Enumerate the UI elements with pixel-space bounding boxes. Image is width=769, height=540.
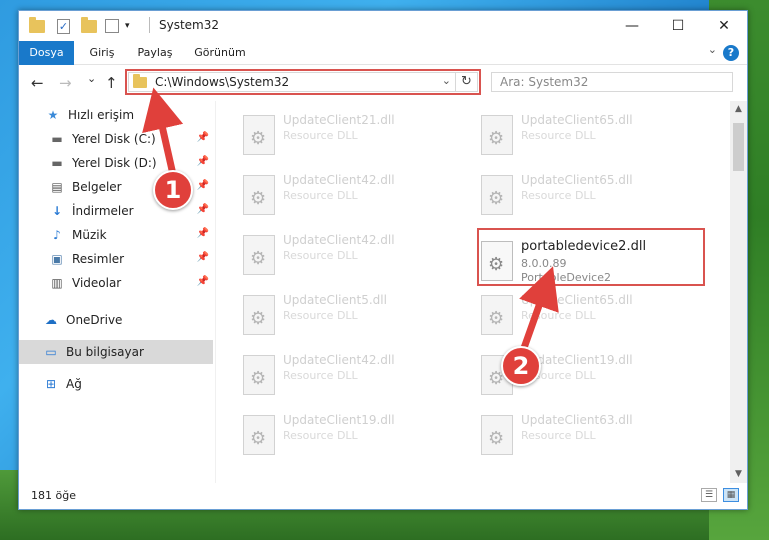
pin-icon[interactable]: 📌 — [197, 276, 209, 287]
search-input[interactable]: Ara: System32 — [491, 72, 733, 92]
dll-file-icon — [243, 355, 275, 395]
help-button[interactable]: ? — [723, 45, 739, 61]
file-item[interactable]: UpdateClient42.dll Resource DLL — [241, 347, 466, 403]
file-item[interactable]: UpdateClient42.dll Resource DLL — [241, 167, 466, 223]
vertical-scrollbar[interactable]: ▲ ▼ — [730, 101, 747, 483]
file-highlight-box — [477, 228, 705, 286]
dll-file-icon — [481, 115, 513, 155]
minimize-button[interactable]: — — [609, 11, 655, 41]
dll-file-icon — [481, 295, 513, 335]
file-item[interactable]: UpdateClient21.dll Resource DLL — [241, 107, 466, 163]
dll-file-icon — [243, 295, 275, 335]
file-item[interactable]: UpdateClient65.dll Resource DLL — [479, 167, 704, 223]
up-arrow-icon[interactable]: ↑ — [105, 74, 118, 92]
pin-icon[interactable]: 📌 — [197, 156, 209, 167]
tiles-view-icon[interactable]: ▦ — [723, 488, 739, 502]
network-icon: ⊞ — [45, 377, 57, 391]
pin-icon[interactable]: 📌 — [197, 228, 209, 239]
document-icon: ▤ — [51, 180, 63, 194]
pin-icon[interactable]: 📌 — [197, 180, 209, 191]
pin-icon[interactable]: 📌 — [197, 204, 209, 215]
recent-locations-chevron-icon[interactable]: ⌄ — [87, 72, 96, 85]
pin-icon[interactable]: 📌 — [197, 252, 209, 263]
title-separator — [149, 17, 150, 33]
sidebar-item-videos[interactable]: ▥ Videolar 📌 — [19, 271, 213, 295]
star-icon: ★ — [47, 108, 59, 122]
tab-home[interactable]: Giriş — [79, 41, 125, 65]
navigation-bar: ← → ⌄ ↑ C:\Windows\System32 ⌄ ↻ Ara: Sys… — [19, 66, 747, 98]
sidebar-item-quick-access[interactable]: ★ Hızlı erişim — [19, 103, 213, 127]
callout-step-1: 1 — [153, 170, 193, 210]
sidebar-item-pictures[interactable]: ▣ Resimler 📌 — [19, 247, 213, 271]
navigation-pane: ★ Hızlı erişim ▬ Yerel Disk (C:) 📌 ▬ Yer… — [19, 103, 213, 483]
tab-share[interactable]: Paylaş — [129, 41, 181, 65]
ribbon-expand-chevron-icon[interactable]: ⌄ — [708, 43, 717, 56]
pin-icon[interactable]: 📌 — [197, 132, 209, 143]
ribbon-tabs: Dosya Giriş Paylaş Görünüm ⌄ ? — [19, 41, 747, 65]
tab-view[interactable]: Görünüm — [189, 41, 251, 65]
cloud-icon: ☁ — [45, 313, 57, 327]
item-count: 181 öğe — [31, 489, 76, 502]
status-bar: 181 öğe ☰ ▦ — [19, 483, 747, 509]
search-placeholder: Ara: System32 — [500, 75, 589, 89]
download-icon: ↓ — [51, 204, 63, 218]
window-title: System32 — [159, 18, 220, 32]
file-list: UpdateClient21.dll Resource DLL UpdateCl… — [217, 101, 730, 483]
sidebar-item-network[interactable]: ⊞ Ağ — [19, 372, 213, 396]
dll-file-icon — [481, 175, 513, 215]
back-arrow-icon[interactable]: ← — [31, 74, 44, 92]
music-icon: ♪ — [53, 228, 61, 242]
file-item[interactable]: UpdateClient19.dll Resource DLL — [241, 407, 466, 463]
scroll-down-arrow-icon[interactable]: ▼ — [730, 466, 747, 483]
pane-divider — [215, 101, 216, 483]
file-item[interactable]: UpdateClient63.dll Resource DLL — [479, 407, 704, 463]
image-icon: ▣ — [51, 252, 63, 266]
file-item[interactable]: UpdateClient65.dll Resource DLL — [479, 107, 704, 163]
quick-access-customize-icon[interactable] — [105, 18, 119, 34]
callout-step-2: 2 — [501, 346, 541, 386]
title-bar: ✓ ▾ System32 — ☐ ✕ — [19, 11, 747, 41]
quick-access-dropdown-icon[interactable]: ▾ — [125, 18, 130, 34]
dll-file-icon — [243, 415, 275, 455]
drive-icon: ▬ — [51, 132, 63, 146]
drive-icon: ▬ — [51, 156, 63, 170]
scroll-up-arrow-icon[interactable]: ▲ — [730, 101, 747, 118]
sidebar-item-this-pc[interactable]: ▭ Bu bilgisayar — [19, 340, 213, 364]
sidebar-item-music[interactable]: ♪ Müzik 📌 — [19, 223, 213, 247]
sidebar-item-onedrive[interactable]: ☁ OneDrive — [19, 308, 213, 332]
details-view-icon[interactable]: ☰ — [701, 488, 717, 502]
dll-file-icon — [481, 415, 513, 455]
forward-arrow-icon[interactable]: → — [59, 74, 72, 92]
explorer-window: ✓ ▾ System32 — ☐ ✕ Dosya Giriş Paylaş Gö… — [18, 10, 748, 510]
computer-icon: ▭ — [45, 345, 57, 359]
dll-file-icon — [243, 115, 275, 155]
address-highlight-box — [125, 69, 481, 95]
dll-file-icon — [243, 175, 275, 215]
tab-file[interactable]: Dosya — [19, 41, 74, 65]
dll-file-icon — [243, 235, 275, 275]
maximize-button[interactable]: ☐ — [655, 11, 701, 41]
sidebar-item-local-disk-d[interactable]: ▬ Yerel Disk (D:) 📌 — [19, 151, 213, 175]
quick-access-folder-icon[interactable] — [29, 16, 45, 34]
file-item[interactable]: UpdateClient5.dll Resource DLL — [241, 287, 466, 343]
video-icon: ▥ — [51, 276, 63, 290]
sidebar-item-local-disk-c[interactable]: ▬ Yerel Disk (C:) 📌 — [19, 127, 213, 151]
scrollbar-thumb[interactable] — [733, 123, 744, 171]
quick-access-properties-icon[interactable]: ✓ — [57, 18, 70, 34]
file-item[interactable]: UpdateClient65.dll Resource DLL — [479, 287, 704, 343]
file-item[interactable]: UpdateClient42.dll Resource DLL — [241, 227, 466, 283]
quick-access-new-folder-icon[interactable] — [81, 16, 97, 34]
close-button[interactable]: ✕ — [701, 11, 747, 41]
